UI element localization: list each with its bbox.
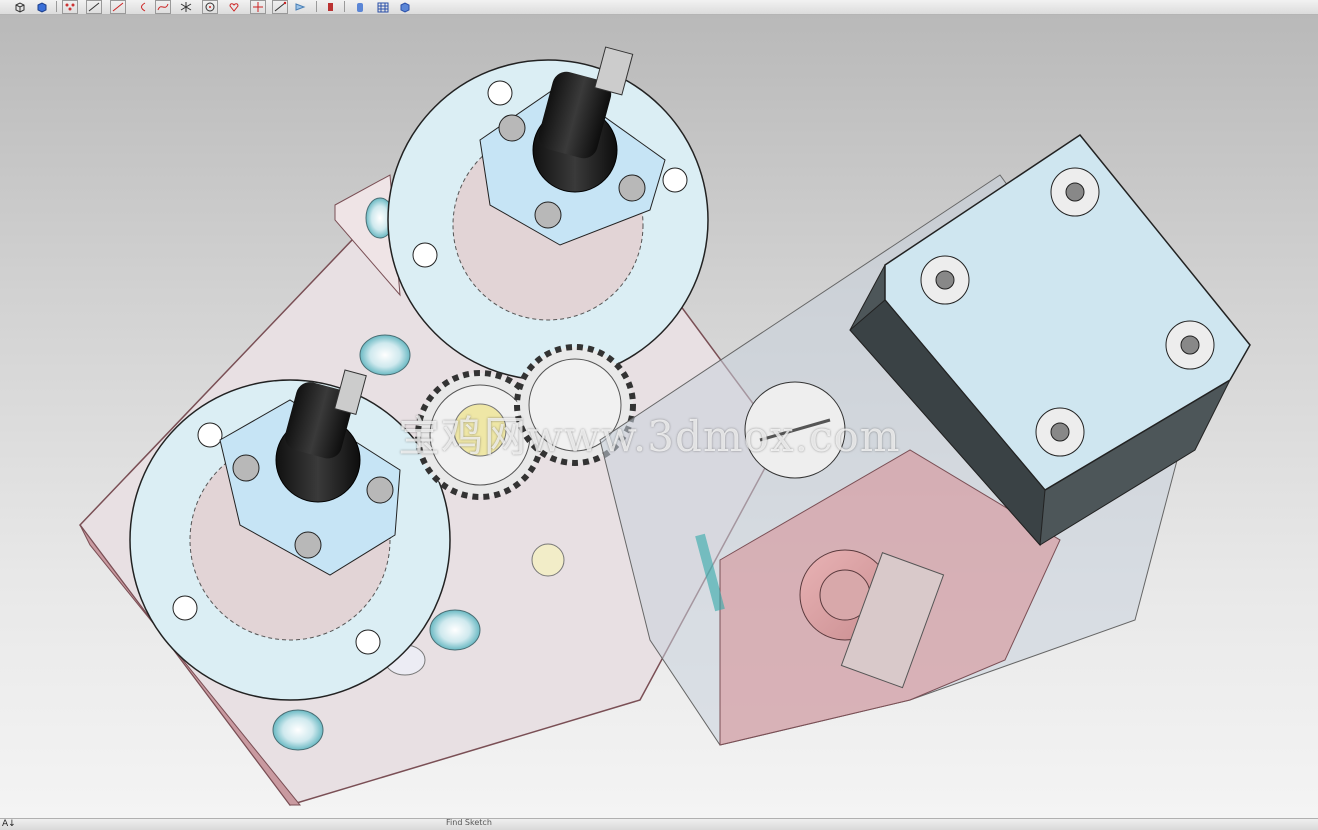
status-indicator: A↓ [2, 819, 16, 829]
crosshair-icon [253, 2, 263, 12]
cylinder-icon [357, 3, 363, 12]
heart-shape-icon [229, 3, 239, 12]
find-sketch-label[interactable]: Find Sketch [446, 818, 492, 827]
measure-button[interactable] [272, 0, 288, 14]
view-cube-button[interactable] [12, 0, 28, 14]
cylinder-button[interactable] [352, 0, 368, 14]
point-button[interactable] [62, 0, 78, 14]
bottom-toolbar [0, 818, 1318, 830]
grid-icon [377, 2, 389, 13]
line-button[interactable] [86, 0, 102, 14]
arrow-line-icon [112, 2, 124, 12]
arc-icon [141, 2, 146, 12]
circle-point-icon [205, 2, 215, 12]
line-icon [88, 2, 100, 12]
layer-button[interactable] [322, 0, 338, 14]
grid-button[interactable] [375, 0, 391, 14]
layer-icon [328, 3, 333, 11]
arrow-line-button[interactable] [110, 0, 126, 14]
measure-icon [274, 1, 287, 12]
3d-viewport[interactable]: 宝鸡网www.3dmox.com [0, 15, 1318, 818]
top-toolbar [0, 0, 1318, 15]
intersect-button[interactable] [178, 0, 194, 14]
solid-button[interactable] [397, 0, 413, 14]
asterisk-icon [180, 2, 192, 12]
arc-button[interactable] [134, 0, 150, 14]
circle-point-button[interactable] [202, 0, 218, 14]
crosshair-button[interactable] [250, 0, 266, 14]
wireframe-cube-icon [15, 2, 25, 13]
watermark-text: 宝鸡网www.3dmox.com [398, 412, 901, 461]
spline-icon [157, 3, 169, 11]
upper-motor-flange [387, 46, 709, 381]
shape-button[interactable] [226, 0, 242, 14]
shaded-view-button[interactable] [34, 0, 50, 14]
spline-button[interactable] [155, 0, 171, 14]
solid-icon [400, 2, 410, 13]
point-cloud-icon [65, 3, 75, 11]
view-icon [295, 3, 306, 11]
view-button[interactable] [292, 0, 308, 14]
shaded-cube-icon [37, 2, 47, 13]
